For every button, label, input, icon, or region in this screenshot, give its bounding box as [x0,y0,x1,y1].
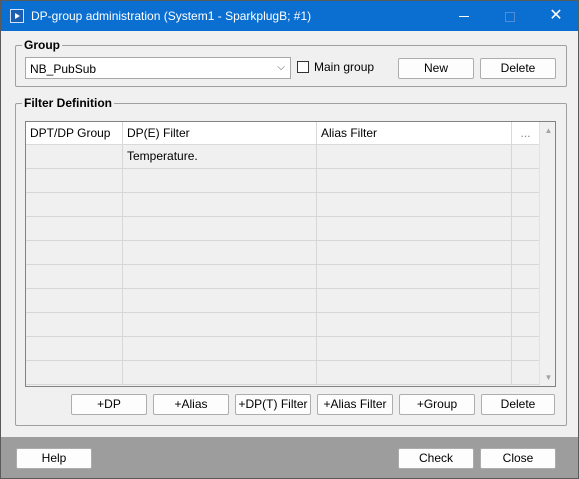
new-group-button[interactable]: New [398,58,474,79]
scroll-down-arrow-icon[interactable]: ▼ [540,369,555,386]
column-header-more[interactable]: ... [512,122,539,144]
table-cell-dpt-dp-group[interactable] [26,313,123,336]
table-cell-more[interactable] [512,145,539,168]
table-row[interactable] [26,289,539,313]
add-dp-button[interactable]: +DP [71,394,147,415]
group-select[interactable]: NB_PubSub ⌵ [25,57,291,79]
main-group-checkbox-label: Main group [314,60,375,74]
table-row[interactable] [26,265,539,289]
table-row[interactable] [26,337,539,361]
add-alias-filter-button[interactable]: +Alias Filter [317,394,393,415]
table-row[interactable] [26,193,539,217]
column-header-alias-filter[interactable]: Alias Filter [317,122,512,144]
table-cell-dpe-filter[interactable] [123,361,317,384]
table-row[interactable] [26,313,539,337]
table-cell-alias-filter[interactable] [317,337,512,360]
table-cell-dpt-dp-group[interactable] [26,337,123,360]
table-cell-alias-filter[interactable] [317,145,512,168]
table-cell-dpe-filter[interactable]: Temperature. [123,145,317,168]
minimize-button[interactable] [441,1,487,31]
table-cell-more[interactable] [512,169,539,192]
table-cell-dpe-filter[interactable] [123,241,317,264]
group-select-value: NB_PubSub [30,62,97,76]
close-icon: ✕ [549,7,563,24]
maximize-button[interactable] [487,1,533,31]
help-button[interactable]: Help [16,448,92,469]
table-cell-more[interactable] [512,193,539,216]
table-cell-more[interactable] [512,313,539,336]
table-cell-dpt-dp-group[interactable] [26,265,123,288]
table-cell-alias-filter[interactable] [317,169,512,192]
close-window-button[interactable]: ✕ [533,1,579,31]
title-bar[interactable]: DP-group administration (System1 - Spark… [1,1,578,31]
table-row[interactable] [26,169,539,193]
close-button[interactable]: Close [480,448,556,469]
filter-definition-legend: Filter Definition [22,96,114,110]
table-cell-alias-filter[interactable] [317,313,512,336]
table-cell-more[interactable] [512,217,539,240]
column-header-dpt-dp-group[interactable]: DPT/DP Group [26,122,123,144]
table-cell-dpt-dp-group[interactable] [26,217,123,240]
app-icon [10,9,24,23]
table-cell-alias-filter[interactable] [317,193,512,216]
table-cell-alias-filter[interactable] [317,289,512,312]
table-row[interactable] [26,217,539,241]
window-title: DP-group administration (System1 - Spark… [31,9,312,23]
add-group-button[interactable]: +Group [399,394,475,415]
table-cell-dpt-dp-group[interactable] [26,361,123,384]
group-legend: Group [22,38,62,52]
table-cell-dpt-dp-group[interactable] [26,193,123,216]
table-row[interactable]: Temperature. [26,145,539,169]
filter-table-body: Temperature. [26,145,539,386]
table-cell-dpe-filter[interactable] [123,313,317,336]
table-cell-dpt-dp-group[interactable] [26,169,123,192]
check-button[interactable]: Check [398,448,474,469]
filter-table[interactable]: DPT/DP Group DP(E) Filter Alias Filter .… [25,121,556,387]
table-cell-dpe-filter[interactable] [123,337,317,360]
table-cell-alias-filter[interactable] [317,217,512,240]
column-header-dpe-filter[interactable]: DP(E) Filter [123,122,317,144]
minimize-icon [459,16,469,18]
table-cell-more[interactable] [512,241,539,264]
table-cell-more[interactable] [512,337,539,360]
table-row[interactable] [26,241,539,265]
table-vertical-scrollbar[interactable]: ▲ ▼ [539,122,555,386]
table-cell-dpt-dp-group[interactable] [26,241,123,264]
chevron-down-icon: ⌵ [277,62,285,73]
table-cell-dpt-dp-group[interactable] [26,145,123,168]
table-cell-dpe-filter[interactable] [123,193,317,216]
table-cell-dpe-filter[interactable] [123,265,317,288]
table-cell-alias-filter[interactable] [317,265,512,288]
add-alias-button[interactable]: +Alias [153,394,229,415]
filter-table-header: DPT/DP Group DP(E) Filter Alias Filter .… [26,122,539,145]
table-cell-dpe-filter[interactable] [123,169,317,192]
table-cell-more[interactable] [512,265,539,288]
table-cell-more[interactable] [512,289,539,312]
table-cell-more[interactable] [512,361,539,384]
table-row[interactable] [26,361,539,385]
scroll-up-arrow-icon[interactable]: ▲ [540,122,555,139]
table-cell-dpe-filter[interactable] [123,289,317,312]
table-cell-alias-filter[interactable] [317,361,512,384]
delete-filter-button[interactable]: Delete [481,394,555,415]
add-dpt-filter-button[interactable]: +DP(T) Filter [235,394,311,415]
delete-group-button[interactable]: Delete [480,58,556,79]
table-cell-alias-filter[interactable] [317,241,512,264]
maximize-icon [505,11,515,22]
table-cell-dpt-dp-group[interactable] [26,289,123,312]
table-cell-dpe-filter[interactable] [123,217,317,240]
main-group-checkbox-box[interactable] [297,61,309,73]
dp-group-administration-window: DP-group administration (System1 - Spark… [0,0,579,479]
